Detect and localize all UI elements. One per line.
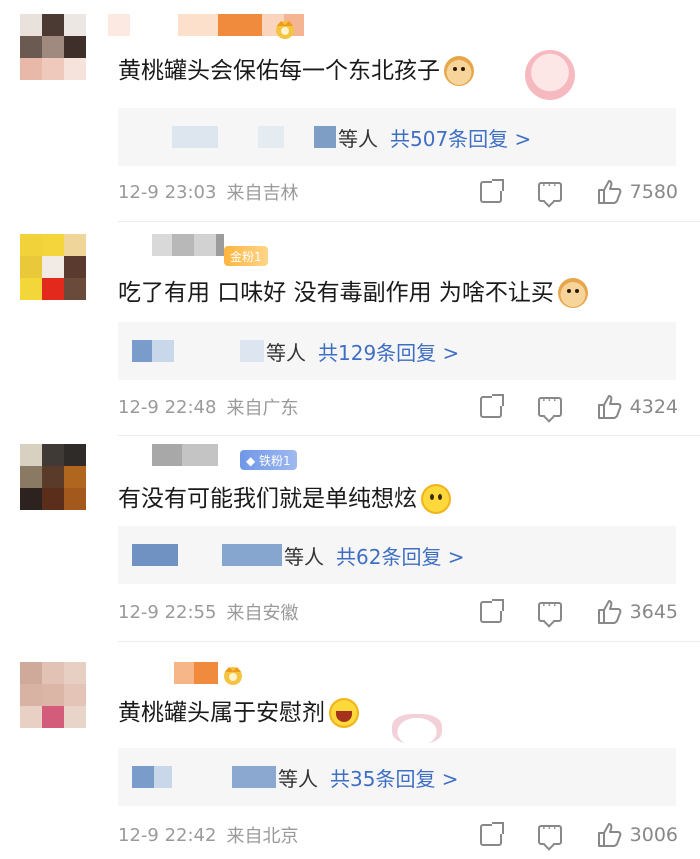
mouse-sticker-icon (392, 714, 442, 744)
reply-summary[interactable]: 等人 共129条回复 > (118, 322, 676, 380)
reply-users-blurred (132, 126, 336, 148)
share-icon[interactable] (479, 599, 504, 623)
comment-actions: 4324 (479, 393, 678, 420)
like-count: 7580 (629, 181, 678, 203)
comment-time: 12-9 22:42 (118, 824, 217, 846)
like-icon[interactable] (596, 394, 622, 420)
avatar[interactable] (20, 14, 86, 80)
like-count: 3006 (629, 824, 678, 846)
comment-meta: 12-9 23:03 来自吉林 7580 (118, 177, 678, 207)
comment-text: 有没有可能我们就是单纯想炫 (118, 486, 417, 512)
username-blurred[interactable] (152, 444, 218, 466)
comment-location: 来自广东 (226, 398, 299, 419)
comment-meta: 12-9 22:42 来自北京 3006 (118, 820, 678, 850)
comment-text: 黄桃罐头会保佑每一个东北孩子 (118, 58, 440, 84)
laugh-icon (329, 698, 359, 728)
comment-text-row: 吃了有用 口味好 没有毒副作用 为啥不让买 (118, 278, 588, 308)
comment-location: 来自吉林 (226, 183, 299, 204)
comment-actions: 7580 (479, 178, 678, 205)
comment-time: 12-9 22:48 (118, 396, 217, 418)
share-icon[interactable] (479, 394, 504, 418)
reply-users-blurred (132, 766, 276, 788)
comment-time: 12-9 23:03 (118, 181, 217, 203)
fan-badge[interactable]: 金粉1 (224, 246, 268, 266)
comment-time: 12-9 22:55 (118, 601, 217, 623)
comment-item: ◆ 铁粉1 有没有可能我们就是单纯想炫 等人 共62条回复 > 12-9 22:… (0, 436, 700, 642)
comment-icon[interactable] (537, 393, 562, 417)
comment-text-row: 黄桃罐头会保佑每一个东北孩子 (118, 56, 474, 86)
like-icon[interactable] (596, 822, 622, 848)
comment-icon[interactable] (537, 598, 562, 622)
reply-users-blurred (132, 544, 282, 566)
comment-location: 来自安徽 (226, 603, 299, 624)
share-icon[interactable] (479, 179, 504, 203)
comment-meta: 12-9 22:55 来自安徽 3645 (118, 597, 678, 627)
like-icon[interactable] (596, 179, 622, 205)
fan-badge-label: ◆ 铁粉1 (246, 453, 291, 468)
comment-text-row: 黄桃罐头属于安慰剂 (118, 698, 359, 728)
smile-icon (421, 484, 451, 514)
reply-suffix: 等人 (284, 544, 324, 569)
avatar[interactable] (20, 234, 86, 300)
vip-crown-icon (220, 664, 246, 686)
like-icon[interactable] (596, 599, 622, 625)
share-icon[interactable] (479, 822, 504, 846)
comment-item: 黄桃罐头会保佑每一个东北孩子 等人 共507条回复 > 12-9 23:03 来… (0, 0, 700, 222)
reply-suffix: 等人 (338, 126, 378, 151)
comment-actions: 3006 (479, 821, 678, 848)
username-blurred[interactable] (174, 662, 218, 684)
reply-summary[interactable]: 等人 共507条回复 > (118, 108, 676, 166)
fan-badge[interactable]: ◆ 铁粉1 (240, 450, 297, 470)
comment-item: 黄桃罐头属于安慰剂 等人 共35条回复 > 12-9 22:42 来自北京 30… (0, 642, 700, 859)
comment-text: 吃了有用 口味好 没有毒副作用 为啥不让买 (118, 280, 554, 306)
peach-sticker-icon (525, 50, 575, 100)
reply-suffix: 等人 (266, 340, 306, 365)
comment-text-row: 有没有可能我们就是单纯想炫 (118, 484, 451, 514)
reply-count-link[interactable]: 共129条回复 > (318, 337, 459, 366)
reply-count-link[interactable]: 共507条回复 > (390, 123, 531, 152)
fan-badge-label: 金粉1 (230, 249, 262, 264)
reply-suffix: 等人 (278, 766, 318, 791)
reply-summary[interactable]: 等人 共35条回复 > (118, 748, 676, 806)
avatar[interactable] (20, 662, 86, 728)
reply-summary[interactable]: 等人 共62条回复 > (118, 526, 676, 584)
username-blurred[interactable] (152, 234, 224, 256)
comment-icon[interactable] (537, 821, 562, 845)
reply-count-link[interactable]: 共35条回复 > (330, 763, 459, 792)
comment-item: 金粉1 吃了有用 口味好 没有毒副作用 为啥不让买 等人 共129条回复 > 1… (0, 222, 700, 436)
avatar[interactable] (20, 444, 86, 510)
reply-count-link[interactable]: 共62条回复 > (336, 541, 465, 570)
doge-icon (444, 56, 474, 86)
comment-text: 黄桃罐头属于安慰剂 (118, 700, 325, 726)
vip-crown-icon (272, 18, 298, 40)
doge-icon (557, 278, 588, 308)
reply-users-blurred (132, 340, 264, 362)
comment-meta: 12-9 22:48 来自广东 4324 (118, 392, 678, 422)
like-count: 3645 (629, 601, 678, 623)
like-count: 4324 (629, 396, 678, 418)
comment-location: 来自北京 (226, 826, 299, 847)
comment-actions: 3645 (479, 598, 678, 625)
comment-icon[interactable] (537, 178, 562, 202)
